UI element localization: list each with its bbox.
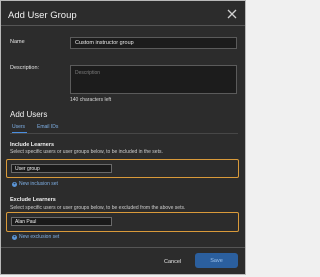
add-user-group-dialog: Add User Group Name Custom instructor gr…: [0, 0, 246, 275]
name-label: Name: [10, 39, 25, 45]
footer-divider: [1, 247, 245, 248]
new-inclusion-set-link[interactable]: + New inclusion set: [12, 181, 58, 187]
include-learners-description: Select specific users or user groups bel…: [10, 149, 163, 155]
description-textarea[interactable]: Description: [70, 65, 237, 94]
save-button[interactable]: Save: [195, 253, 238, 268]
add-users-title: Add Users: [10, 110, 48, 119]
description-label: Description:: [10, 65, 40, 71]
include-user-field[interactable]: User group: [11, 164, 112, 173]
tab-users[interactable]: Users: [12, 124, 25, 130]
new-inclusion-set-label: New inclusion set: [19, 181, 58, 187]
characters-left: 140 characters left: [70, 97, 112, 103]
close-icon[interactable]: [227, 9, 237, 19]
header-divider: [1, 25, 245, 26]
tabs-divider: [10, 133, 238, 134]
plus-circle-icon: +: [12, 234, 17, 240]
dialog-title: Add User Group: [8, 10, 77, 21]
new-exclusion-set-label: New exclusion set: [19, 234, 60, 240]
new-exclusion-set-link[interactable]: + New exclusion set: [12, 234, 59, 240]
name-input[interactable]: Custom instructor group: [70, 37, 237, 49]
cancel-button[interactable]: Cancel: [164, 259, 181, 265]
exclude-learners-description: Select specific users or user groups bel…: [10, 205, 186, 211]
exclude-highlight-box: Alan Paul: [6, 212, 239, 232]
include-learners-title: Include Learners: [10, 142, 55, 148]
exclude-user-field[interactable]: Alan Paul: [11, 217, 112, 226]
exclude-learners-title: Exclude Learners: [10, 197, 56, 203]
include-highlight-box: User group: [6, 159, 239, 178]
tab-email-ids[interactable]: Email IDs: [37, 124, 58, 130]
plus-circle-icon: +: [12, 181, 17, 187]
